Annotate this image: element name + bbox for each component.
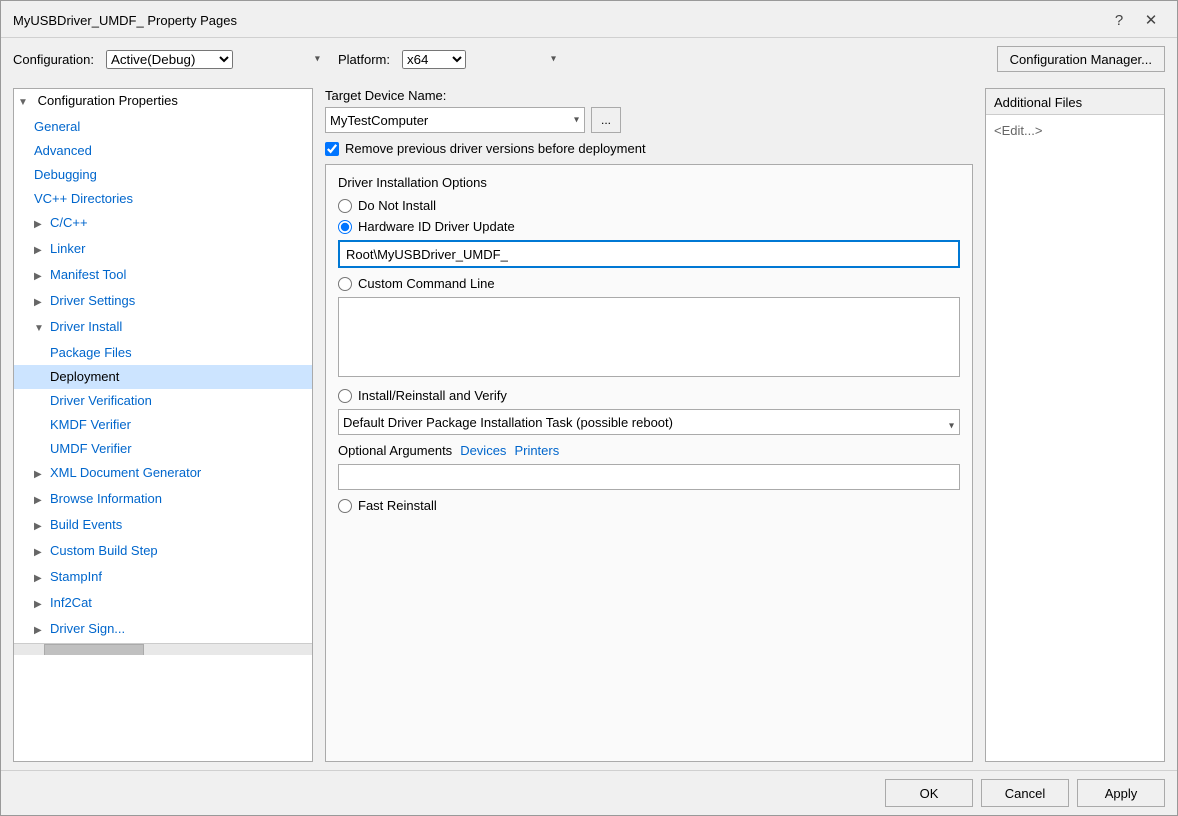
scrollbar-knob[interactable]	[44, 644, 144, 655]
sidebar-item-driver-install[interactable]: ▼Driver Install	[14, 315, 312, 341]
browse-button[interactable]: ...	[591, 107, 621, 133]
sidebar-item-umdf-verifier[interactable]: UMDF Verifier	[14, 437, 312, 461]
drvinstall-expand-icon: ▼	[34, 319, 46, 339]
sidebar-item-package-files[interactable]: Package Files	[14, 341, 312, 365]
help-button[interactable]: ?	[1105, 9, 1133, 31]
sidebar-item-build-events[interactable]: ▶Build Events	[14, 513, 312, 539]
buildevents-expand-icon: ▶	[34, 517, 46, 537]
tree-panel: ▼ Configuration Properties General Advan…	[13, 88, 313, 762]
config-label: Configuration:	[13, 52, 94, 67]
sidebar-item-driver-verification[interactable]: Driver Verification	[14, 389, 312, 413]
stampinf-expand-icon: ▶	[34, 569, 46, 589]
target-device-select[interactable]: MyTestComputer	[325, 107, 585, 133]
devices-link[interactable]: Devices	[460, 443, 506, 458]
sidebar-item-browse-info[interactable]: ▶Browse Information	[14, 487, 312, 513]
sidebar-item-cpp[interactable]: ▶C/C++	[14, 211, 312, 237]
opt-args-row: Optional Arguments Devices Printers	[338, 443, 960, 458]
cpp-expand-icon: ▶	[34, 215, 46, 235]
sidebar-item-manifest-tool[interactable]: ▶Manifest Tool	[14, 263, 312, 289]
platform-label: Platform:	[338, 52, 390, 67]
sidebar-item-general[interactable]: General	[14, 115, 312, 139]
drvsettings-expand-icon: ▶	[34, 293, 46, 313]
custom-cmd-radio[interactable]	[338, 277, 352, 291]
sidebar-item-stampinf[interactable]: ▶StampInf	[14, 565, 312, 591]
do-not-install-label: Do Not Install	[358, 198, 436, 213]
install-reinstall-label: Install/Reinstall and Verify	[358, 388, 507, 403]
tree-scrollbar[interactable]	[14, 643, 312, 655]
expand-icon: ▼	[18, 93, 30, 113]
sidebar-item-debugging[interactable]: Debugging	[14, 163, 312, 187]
sidebar-item-deployment[interactable]: Deployment	[14, 365, 312, 389]
fast-reinstall-row: Fast Reinstall	[338, 498, 960, 513]
cancel-button[interactable]: Cancel	[981, 779, 1069, 807]
custom-cmd-row: Custom Command Line	[338, 276, 960, 291]
target-device-label: Target Device Name:	[325, 88, 973, 103]
main-content: ▼ Configuration Properties General Advan…	[1, 80, 1177, 770]
linker-expand-icon: ▶	[34, 241, 46, 261]
additional-files-panel: Additional Files <Edit...>	[985, 88, 1165, 762]
hw-id-radio[interactable]	[338, 220, 352, 234]
sidebar-item-advanced[interactable]: Advanced	[14, 139, 312, 163]
hw-id-input[interactable]	[338, 240, 960, 268]
config-manager-button[interactable]: Configuration Manager...	[997, 46, 1165, 72]
target-device-section: Target Device Name: MyTestComputer ...	[325, 88, 973, 133]
sidebar-item-custom-build[interactable]: ▶Custom Build Step	[14, 539, 312, 565]
do-not-install-row: Do Not Install	[338, 198, 960, 213]
opt-args-input[interactable]	[338, 464, 960, 490]
sidebar-item-kmdf-verifier[interactable]: KMDF Verifier	[14, 413, 312, 437]
config-bar: Configuration: Active(Debug) Platform: x…	[1, 38, 1177, 80]
sidebar-item-driver-settings[interactable]: ▶Driver Settings	[14, 289, 312, 315]
remove-prev-row: Remove previous driver versions before d…	[325, 141, 973, 156]
custombuild-expand-icon: ▶	[34, 543, 46, 563]
fast-reinstall-label: Fast Reinstall	[358, 498, 437, 513]
ok-button[interactable]: OK	[885, 779, 973, 807]
sidebar-item-driversign[interactable]: ▶Driver Sign...	[14, 617, 312, 643]
custom-cmd-label: Custom Command Line	[358, 276, 495, 291]
tree-root[interactable]: ▼ Configuration Properties	[14, 89, 312, 115]
xmldoc-expand-icon: ▶	[34, 465, 46, 485]
install-reinstall-row: Install/Reinstall and Verify	[338, 388, 960, 403]
driversign-expand-icon: ▶	[34, 621, 46, 641]
install-options-wrapper: Default Driver Package Installation Task…	[338, 409, 960, 443]
close-button[interactable]: ✕	[1137, 9, 1165, 31]
install-reinstall-radio[interactable]	[338, 389, 352, 403]
hw-id-label: Hardware ID Driver Update	[358, 219, 515, 234]
additional-files-title: Additional Files	[986, 89, 1164, 115]
do-not-install-radio[interactable]	[338, 199, 352, 213]
hw-id-row: Hardware ID Driver Update	[338, 219, 960, 234]
remove-prev-label: Remove previous driver versions before d…	[345, 141, 646, 156]
sidebar-item-inf2cat[interactable]: ▶Inf2Cat	[14, 591, 312, 617]
custom-cmd-textarea[interactable]	[338, 297, 960, 377]
apply-button[interactable]: Apply	[1077, 779, 1165, 807]
target-device-row: MyTestComputer ...	[325, 107, 973, 133]
title-bar: MyUSBDriver_UMDF_ Property Pages ? ✕	[1, 1, 1177, 38]
fast-reinstall-radio[interactable]	[338, 499, 352, 513]
sidebar-item-linker[interactable]: ▶Linker	[14, 237, 312, 263]
opt-args-label: Optional Arguments	[338, 443, 452, 458]
driver-options-title: Driver Installation Options	[338, 175, 960, 190]
configuration-select[interactable]: Active(Debug)	[106, 50, 233, 69]
additional-files-edit[interactable]: <Edit...>	[986, 115, 1164, 146]
inf2cat-expand-icon: ▶	[34, 595, 46, 615]
driver-options-box: Driver Installation Options Do Not Insta…	[325, 164, 973, 762]
browse-expand-icon: ▶	[34, 491, 46, 511]
sidebar-item-vc-dirs[interactable]: VC++ Directories	[14, 187, 312, 211]
install-options-select[interactable]: Default Driver Package Installation Task…	[338, 409, 960, 435]
sidebar-item-xml-doc[interactable]: ▶XML Document Generator	[14, 461, 312, 487]
manifest-expand-icon: ▶	[34, 267, 46, 287]
tree-root-label: Configuration Properties	[38, 93, 178, 108]
title-bar-controls: ? ✕	[1105, 9, 1165, 31]
dialog-title: MyUSBDriver_UMDF_ Property Pages	[13, 13, 237, 28]
printers-link[interactable]: Printers	[514, 443, 559, 458]
property-pages-dialog: MyUSBDriver_UMDF_ Property Pages ? ✕ Con…	[0, 0, 1178, 816]
platform-select[interactable]: x64	[402, 50, 466, 69]
bottom-bar: OK Cancel Apply	[1, 770, 1177, 815]
remove-prev-checkbox[interactable]	[325, 142, 339, 156]
